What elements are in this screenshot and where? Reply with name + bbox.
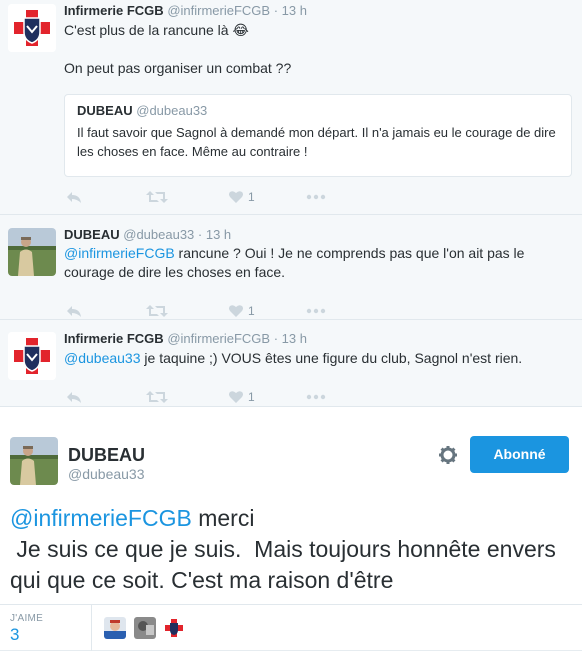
- tweet[interactable]: Infirmerie FCGB @infirmerieFCGB · 13 h @…: [0, 320, 582, 407]
- tweet-header: Infirmerie FCGB @infirmerieFCGB · 13 h: [64, 331, 572, 347]
- tweet-actions: 1: [64, 303, 364, 321]
- retweet-icon[interactable]: [146, 303, 168, 321]
- mention-link[interactable]: @infirmerieFCGB: [64, 245, 175, 261]
- tweet-time[interactable]: · 13 h: [274, 331, 307, 346]
- like-count: 1: [248, 390, 255, 404]
- like-button[interactable]: 1: [228, 303, 255, 321]
- tweet-text-line: C'est plus de la rancune là 😂: [64, 22, 249, 38]
- reply-icon[interactable]: [66, 389, 82, 407]
- heart-icon: [229, 191, 243, 203]
- conversation-thread: Infirmerie FCGB @infirmerieFCGB · 13 h C…: [0, 0, 582, 407]
- more-icon[interactable]: [306, 303, 326, 321]
- follow-button[interactable]: Abonné: [470, 436, 569, 473]
- tweet-text: @dubeau33 je taquine ;) VOUS êtes une fi…: [64, 349, 572, 368]
- quote-fullname: DUBEAU: [77, 103, 133, 118]
- dubeau-photo-icon: [10, 437, 58, 485]
- fcgb-logo-icon: [8, 4, 56, 52]
- liker-avatar[interactable]: [134, 617, 156, 639]
- like-button[interactable]: 1: [228, 189, 255, 207]
- avatar-dubeau[interactable]: [10, 437, 58, 485]
- retweet-icon[interactable]: [146, 189, 168, 207]
- mention-link[interactable]: @dubeau33: [64, 350, 141, 366]
- main-tweet-text: @infirmerieFCGB merci Je suis ce que je …: [10, 503, 575, 596]
- tweet-text: @infirmerieFCGB rancune ? Oui ! Je ne co…: [64, 244, 534, 282]
- tweet-handle[interactable]: @dubeau33: [123, 227, 194, 242]
- tweet-stats: J'AIME 3: [0, 604, 582, 651]
- avatar-dubeau[interactable]: [8, 228, 56, 276]
- tweet-actions: 1: [64, 389, 364, 407]
- tweet-handle[interactable]: @infirmerieFCGB: [167, 331, 270, 346]
- tweet-header: Infirmerie FCGB @infirmerieFCGB · 13 h: [64, 3, 572, 19]
- more-icon[interactable]: [306, 389, 326, 407]
- gear-icon[interactable]: [438, 445, 458, 465]
- retweet-icon[interactable]: [146, 389, 168, 407]
- liker-avatar[interactable]: [163, 617, 185, 639]
- tweet[interactable]: DUBEAU @dubeau33 · 13 h @infirmerieFCGB …: [0, 215, 582, 320]
- like-count: 1: [248, 304, 255, 318]
- likes-label: J'AIME: [10, 613, 44, 624]
- heart-icon: [229, 391, 243, 403]
- mention-link[interactable]: @infirmerieFCGB: [10, 505, 192, 531]
- tweet-time[interactable]: · 13 h: [198, 227, 231, 242]
- stats-divider: [91, 605, 92, 651]
- tweet-fullname[interactable]: DUBEAU: [64, 227, 120, 242]
- reply-icon[interactable]: [66, 189, 82, 207]
- quote-text: Il faut savoir que Sagnol à demandé mon …: [77, 125, 556, 159]
- tweet-text-line: On peut pas organiser un combat ??: [64, 60, 292, 76]
- quote-handle: @dubeau33: [136, 103, 208, 118]
- main-handle[interactable]: @dubeau33: [68, 466, 145, 482]
- tweet-fullname[interactable]: Infirmerie FCGB: [64, 331, 164, 346]
- fcgb-logo-icon: [8, 332, 56, 380]
- likes-count[interactable]: 3: [10, 625, 19, 645]
- tweet-fullname[interactable]: Infirmerie FCGB: [64, 3, 164, 18]
- avatar-fcgb[interactable]: [8, 4, 56, 52]
- tweet-time[interactable]: · 13 h: [274, 3, 307, 18]
- reply-icon[interactable]: [66, 303, 82, 321]
- tweet-handle[interactable]: @infirmerieFCGB: [167, 3, 270, 18]
- heart-icon: [229, 305, 243, 317]
- tweet-actions: 1: [64, 189, 364, 207]
- liker-avatar[interactable]: [104, 617, 126, 639]
- like-count: 1: [248, 190, 255, 204]
- more-icon[interactable]: [306, 189, 326, 207]
- tweet-header: DUBEAU @dubeau33 · 13 h: [64, 227, 572, 243]
- tweet-text-body: je taquine ;) VOUS êtes une figure du cl…: [140, 350, 523, 366]
- avatar-fcgb[interactable]: [8, 332, 56, 380]
- tweet[interactable]: Infirmerie FCGB @infirmerieFCGB · 13 h C…: [0, 0, 582, 215]
- main-fullname[interactable]: DUBEAU: [68, 445, 145, 466]
- main-tweet: DUBEAU @dubeau33 Abonné @infirmerieFCGB …: [0, 407, 582, 651]
- like-button[interactable]: 1: [228, 389, 255, 407]
- quoted-tweet[interactable]: DUBEAU @dubeau33 Il faut savoir que Sagn…: [64, 94, 572, 177]
- dubeau-photo-icon: [8, 228, 56, 276]
